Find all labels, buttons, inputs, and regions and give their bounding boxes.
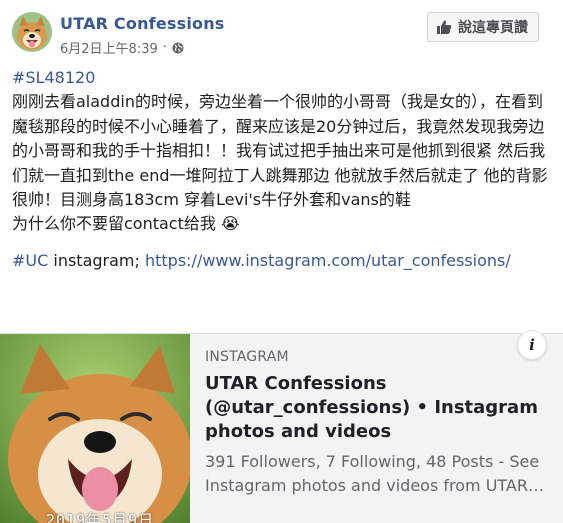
link-title[interactable]: UTAR Confessions (@utar_confessions) • I… [205,372,550,444]
post-meta: 6月2日上午8:39 · [60,38,184,57]
thumbs-up-icon [437,20,452,34]
page-avatar[interactable] [12,12,52,52]
link-preview-text[interactable]: INSTAGRAM UTAR Confessions (@utar_confes… [205,348,550,498]
info-icon[interactable]: i [517,330,547,360]
post-timestamp[interactable]: 6月2日上午8:39 [60,38,158,57]
page-name[interactable]: UTAR Confessions [60,14,225,33]
link-preview-image[interactable]: 2019年5月9日 [0,334,190,523]
post-paragraph: 刚刚去看aladdin的时候，旁边坐着一个很帅的小哥哥（我是女的），在看到魔毯那… [12,92,548,210]
link-description: 391 Followers, 7 Following, 48 Posts - S… [205,452,544,495]
meta-separator: · [162,40,167,55]
instagram-url-link[interactable]: https://www.instagram.com/utar_confessio… [145,251,511,270]
instagram-label: instagram; [48,250,145,270]
globe-icon[interactable] [172,42,184,54]
dog-photo [0,334,190,523]
like-page-button[interactable]: 說這專頁讚 [427,12,539,42]
uc-hashtag-link[interactable]: #UC [12,251,48,270]
like-page-label: 說這專頁讚 [458,20,528,36]
photo-date-stamp: 2019年5月9日 [46,511,155,523]
avatar-dog-image [12,12,52,52]
post-paragraph-2: 为什么你不要留contact给我 😭 [12,214,240,234]
post-tag-link[interactable]: #SL48120 [12,68,95,87]
post-body: #SL48120 刚刚去看aladdin的时候，旁边坐着一个很帅的小哥哥（我是女… [12,66,552,273]
link-domain: INSTAGRAM [205,349,289,365]
link-preview-card[interactable]: 2019年5月9日 INSTAGRAM UTAR Confessions (@u… [0,333,563,523]
